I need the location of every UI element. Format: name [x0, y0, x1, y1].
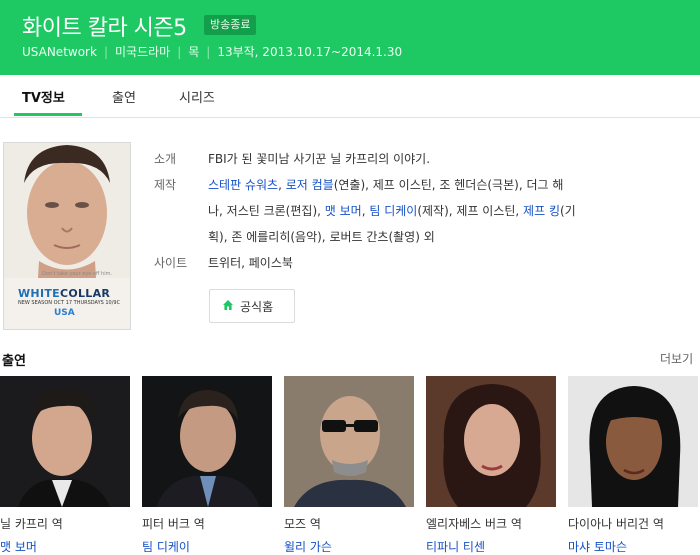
official-home-label: 공식홈 — [240, 300, 274, 314]
cast-photo — [0, 376, 130, 507]
staff-link[interactable]: 스테판 슈워츠 — [208, 178, 278, 192]
cast-role: 다이아나 버리건 역 — [568, 517, 664, 531]
staff-link[interactable]: 제프 킹 — [523, 204, 560, 218]
meta-line: USANetwork | 미국드라마 | 목 | 13부작, 2013.10.17~2014… — [22, 43, 402, 60]
poster-logo-word2: COLLAR — [59, 287, 111, 300]
cast-role: 피터 버크 역 — [142, 517, 205, 531]
cast-more-link[interactable]: 더보기 — [660, 350, 693, 367]
staff-line-3: 획), 존 에를리히(음악), 로버트 간츠(촬영) 외 — [208, 228, 435, 245]
meta-genre: 미국드라마 — [114, 45, 171, 59]
meta-divider: | — [177, 45, 182, 59]
cast-actor-link[interactable]: 티파니 티센 — [426, 538, 485, 555]
cast-actor-link[interactable]: 팀 디케이 — [142, 538, 190, 555]
poster-portrait — [4, 143, 130, 278]
staff-text: (연출), 제프 이스틴, 조 헨더슨(극본), 더그 해 — [333, 178, 564, 192]
cast-section-title: 출연 — [2, 354, 26, 369]
site-label: 사이트 — [154, 256, 188, 270]
cast-actor-link[interactable]: 마샤 토마슨 — [568, 538, 627, 555]
cast-role: 엘리자베스 버크 역 — [426, 517, 522, 531]
meta-divider: | — [103, 45, 108, 59]
staff-line-1: 스테판 슈워츠, 로저 컴블(연출), 제프 이스틴, 조 헨더슨(극본), 더… — [208, 176, 563, 193]
staff-label: 제작 — [154, 178, 177, 192]
staff-text: 나, 저스틴 크론(편집), — [208, 204, 325, 218]
meta-episodes-dates: 13부작, 2013.10.17~2014.1.30 — [217, 45, 403, 59]
cast-photo — [568, 376, 698, 507]
poster-season-text: NEW SEASON OCT 17 THURSDAYS 10/9C — [18, 300, 121, 306]
meta-network: USANetwork — [22, 45, 97, 59]
poster-network-logo: USA — [54, 308, 75, 318]
tab-series[interactable]: 시리즈 — [179, 87, 215, 106]
staff-line-2: 나, 저스틴 크론(편집), 맷 보머, 팀 디케이(제작), 제프 이스틴, … — [208, 202, 576, 219]
tab-tv-info[interactable]: TV정보 — [22, 87, 65, 106]
show-poster[interactable]: Don't take your eye off him. WHITECOLLAR… — [3, 142, 131, 330]
cast-actor-link[interactable]: 윌리 가슨 — [284, 538, 332, 555]
site-links[interactable]: 트위터, 페이스북 — [208, 254, 293, 271]
cast-role: 닐 카프리 역 — [0, 517, 63, 531]
staff-link[interactable]: 맷 보머 — [325, 204, 362, 218]
staff-text: (제작), 제프 이스틴, — [417, 204, 524, 218]
staff-text: 획), 존 에를리히(음악), 로버트 간츠(촬영) 외 — [208, 230, 435, 244]
meta-day: 목 — [188, 45, 200, 59]
intro-label: 소개 — [154, 152, 177, 166]
cast-role: 모즈 역 — [284, 517, 321, 531]
intro-text: FBI가 된 꽃미남 사기꾼 닐 카프리의 이야기. — [208, 152, 431, 166]
tab-bar: TV정보 출연 시리즈 — [0, 75, 700, 118]
poster-logo: WHITECOLLAR — [18, 287, 110, 300]
tab-cast[interactable]: 출연 — [112, 87, 136, 106]
staff-link[interactable]: 로저 컴블 — [286, 178, 334, 192]
cast-photo — [426, 376, 556, 507]
cast-photo — [284, 376, 414, 507]
status-badge: 방송종료 — [204, 15, 257, 35]
official-home-button[interactable]: 공식홈 — [209, 289, 295, 323]
page-title[interactable]: 화이트 칼라 시즌5 — [22, 10, 187, 42]
meta-divider: | — [206, 45, 211, 59]
poster-tagline: Don't take your eye off him. — [42, 271, 113, 277]
poster-logo-word1: WHITE — [18, 287, 60, 300]
staff-text: , — [278, 178, 286, 192]
active-tab-indicator — [14, 113, 82, 116]
staff-text: (기 — [559, 204, 576, 218]
staff-link[interactable]: 팀 디케이 — [369, 204, 417, 218]
cast-actor-link[interactable]: 맷 보머 — [0, 538, 37, 555]
home-icon — [223, 300, 233, 310]
title-header: 화이트 칼라 시즌5 방송종료 USANetwork | 미국드라마 | 목 | 13부작,… — [0, 0, 700, 75]
cast-photo — [142, 376, 272, 507]
